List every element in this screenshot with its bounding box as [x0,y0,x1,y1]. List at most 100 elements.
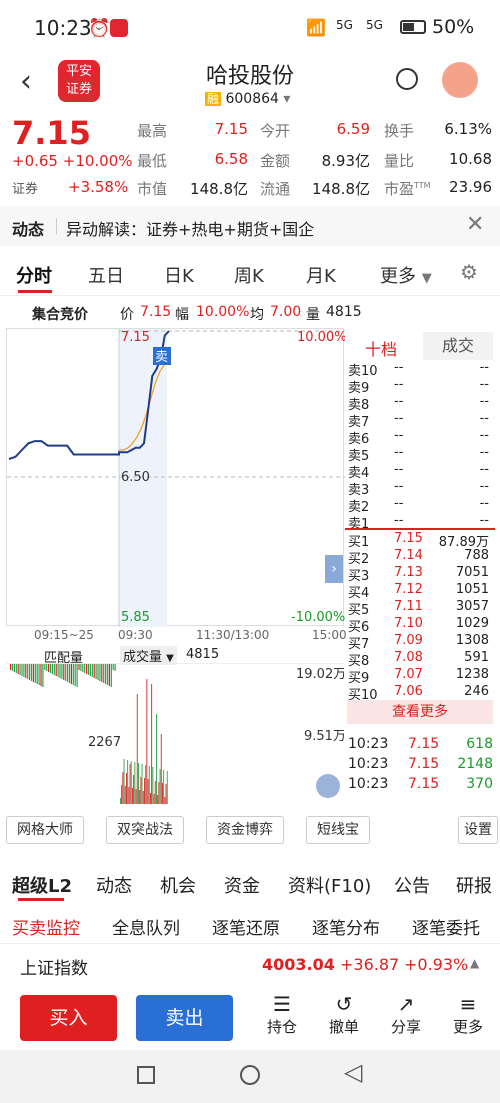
price-change: +0.65 +10.00% [12,152,133,170]
close-icon[interactable]: ✕ [466,212,484,237]
sell-button[interactable]: 卖出 [136,995,233,1041]
buy-level-row[interactable]: 买10 7.06 246 [348,684,493,703]
news-bar[interactable]: 动态 异动解读：证券+热电+期货+国企 ✕ [0,206,500,246]
chevron-down-icon[interactable]: ▾ [283,91,290,107]
tab-dynamic[interactable]: 动态 [96,872,132,898]
tab-opportunity[interactable]: 机会 [160,872,196,898]
tab-active-indicator [18,290,52,293]
buy-level-row[interactable]: 买1 7.15 87.89万 [348,531,493,550]
tab-intraday[interactable]: 分时 [16,262,52,288]
buy-level-row[interactable]: 买5 7.11 3057 [348,599,493,618]
share-button[interactable]: ↗ 分享 [382,992,430,1037]
sell-tag-label: 卖 [155,350,168,365]
tab-5day[interactable]: 五日 [88,262,124,288]
buy-level-row[interactable]: 买6 7.10 1029 [348,616,493,635]
sell-level-price: -- [394,496,404,511]
subtab-monitor[interactable]: 买卖监控 [12,914,80,939]
double-breakout-button[interactable]: 双突战法 [106,816,184,844]
trade-volume: 2148 [457,756,493,772]
buy-level-row[interactable]: 买9 7.07 1238 [348,667,493,686]
positions-button[interactable]: ☰ 持仓 [258,992,306,1037]
fund-game-button[interactable]: 资金博弈 [206,816,284,844]
buy-level-price: 7.11 [394,599,423,614]
match-volume-bar [65,664,67,681]
subtab-queue[interactable]: 全息队列 [112,914,180,939]
tab-daily[interactable]: 日K [164,262,194,288]
l2-subtabs: 买卖监控 全息队列 逐笔还原 逐笔分布 逐笔委托 [0,904,500,944]
sell-level-price: -- [394,394,404,409]
match-volume-bar [46,664,48,671]
buy-level-row[interactable]: 买7 7.09 1308 [348,633,493,652]
sell-level-row[interactable]: 卖5 -- -- [348,445,493,464]
sell-level-row[interactable]: 卖9 -- -- [348,377,493,396]
view-more-button[interactable]: 查看更多 [347,700,493,724]
match-volume-bar [78,664,80,670]
search-icon[interactable] [396,68,418,90]
buy-level-row[interactable]: 买2 7.14 788 [348,548,493,567]
stock-code-row: 融 600864 ▾ [205,90,290,107]
buy-button[interactable]: 买入 [20,995,117,1041]
fullscreen-icon[interactable] [316,774,340,798]
intraday-chart[interactable]: 7.15 6.50 5.85 10.00% -10.00% 卖 › [6,328,347,627]
sell-level-row[interactable]: 卖8 -- -- [348,394,493,413]
quote-panel: 7.15 +0.65 +10.00% 证券 +3.58% 最高 7.15 今开 … [0,114,500,206]
subtab-tick-orders[interactable]: 逐笔委托 [412,914,480,939]
buy-level-price: 7.09 [394,633,423,648]
tab-weekly[interactable]: 周K [234,262,264,288]
gear-icon[interactable]: ⚙ [460,260,478,284]
volume-bar [160,734,162,804]
subtab-distribution[interactable]: 逐笔分布 [312,914,380,939]
chevron-up-icon[interactable]: ▲ [470,956,479,970]
tab-announcement[interactable]: 公告 [394,872,430,898]
sell-level-row[interactable]: 卖2 -- -- [348,496,493,515]
buy-level-row[interactable]: 买3 7.13 7051 [348,565,493,584]
tab-ten-levels[interactable]: 十档 [365,336,397,360]
tab-monthly[interactable]: 月K [306,262,336,288]
avatar[interactable] [442,62,478,98]
sell-level-row[interactable]: 卖10 -- -- [348,360,493,379]
news-text[interactable]: 异动解读：证券+热电+期货+国企 [66,216,314,240]
match-volume-bar [91,664,93,677]
news-divider [56,218,57,234]
buy-level-row[interactable]: 买4 7.12 1051 [348,582,493,601]
short-term-button[interactable]: 短线宝 [306,816,370,844]
tab-trades[interactable]: 成交 [423,332,493,360]
recent-apps-icon[interactable] [137,1066,155,1084]
open-value: 6.59 [336,120,370,138]
tab-f10[interactable]: 资料(F10) [288,872,371,898]
amount-label: 金额 [260,152,291,170]
sell-level-row[interactable]: 卖6 -- -- [348,428,493,447]
cancel-order-button[interactable]: ↺ 撤单 [320,992,368,1037]
volume-bar [133,775,135,804]
volume-bar [146,679,148,804]
tab-fund[interactable]: 资金 [224,872,260,898]
match-volume-bar [99,664,101,681]
match-volume-bar [87,664,90,675]
home-icon[interactable] [240,1065,260,1085]
settings-button[interactable]: 设置 [458,816,498,844]
more-button[interactable]: ≡ 更多 [444,992,492,1037]
buy-level-row[interactable]: 买8 7.08 591 [348,650,493,669]
volume-value: 4815 [186,647,220,662]
tab-research[interactable]: 研报 [456,872,492,898]
share-label: 分享 [390,1018,421,1036]
match-volume-bar [34,664,36,683]
chevron-right-icon[interactable]: › [325,555,343,583]
volume-bar [127,760,129,804]
match-volume-bar [49,664,52,673]
grid-master-button[interactable]: 网格大师 [6,816,84,844]
tab-super-l2[interactable]: 超级L2 [12,872,72,898]
tab-more[interactable]: 更多 ▼ [380,262,432,288]
sell-level-row[interactable]: 卖3 -- -- [348,479,493,498]
sell-level-price: -- [394,445,404,460]
volume-select[interactable]: 成交量 ▼ [120,646,177,665]
sell-level-row[interactable]: 卖7 -- -- [348,411,493,430]
back-nav-icon[interactable]: ◁ [344,1058,362,1086]
volume-bar [128,787,130,804]
match-volume-bar [17,664,19,674]
trade-time: 10:23 [348,736,389,752]
subtab-tick-restore[interactable]: 逐笔还原 [212,914,280,939]
index-ticker[interactable]: 上证指数 4003.04 +36.87 +0.93% ▲ [0,946,500,986]
volume-bar [164,797,166,804]
sell-level-row[interactable]: 卖4 -- -- [348,462,493,481]
